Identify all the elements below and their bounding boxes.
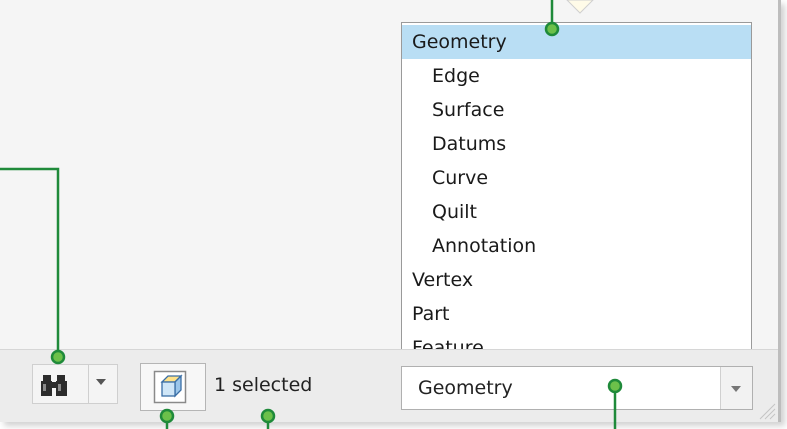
selection-cube-icon (153, 370, 187, 404)
dropdown-item-vertex[interactable]: Vertex (402, 263, 751, 297)
find-dropdown-arrow-icon[interactable] (96, 379, 106, 385)
dropdown-item-geometry[interactable]: Geometry (402, 25, 751, 59)
find-button-divider (88, 364, 89, 404)
selection-count-text: 1 selected (214, 374, 313, 396)
dropdown-item-quilt[interactable]: Quilt (402, 195, 751, 229)
dropdown-item-edge[interactable]: Edge (402, 59, 751, 93)
dropdown-item-datums[interactable]: Datums (402, 127, 751, 161)
chevron-down-icon[interactable] (731, 386, 741, 392)
resize-grip-icon[interactable] (756, 400, 776, 420)
dropdown-item-part[interactable]: Part (402, 297, 751, 331)
filter-dropdown-list: Geometry Edge Surface Datums Curve Quilt… (401, 22, 752, 363)
dropdown-item-annotation[interactable]: Annotation (402, 229, 751, 263)
dropdown-item-curve[interactable]: Curve (402, 161, 751, 195)
filter-combo-value[interactable]: Geometry (418, 376, 513, 400)
binoculars-icon[interactable] (40, 373, 68, 397)
dropdown-item-surface[interactable]: Surface (402, 93, 751, 127)
